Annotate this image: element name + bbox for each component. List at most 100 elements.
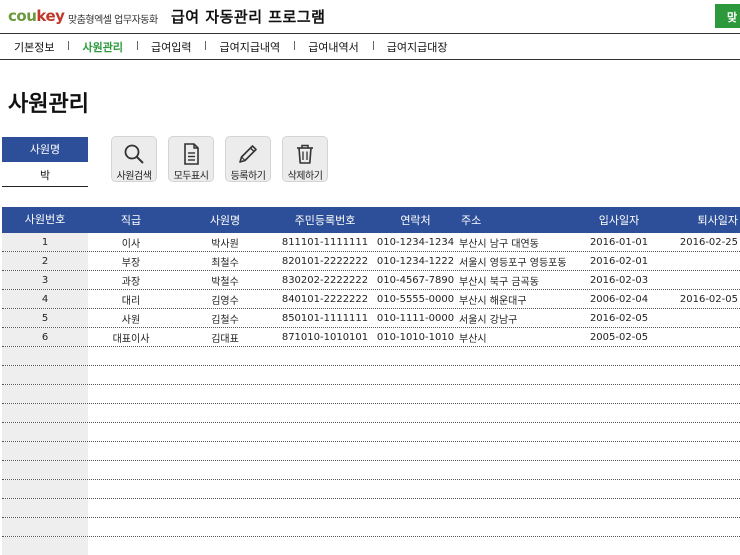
cell-join-date[interactable]: 2016-02-03 — [575, 275, 663, 286]
cell-resident-number[interactable]: 820101-2222222 — [276, 256, 374, 267]
cell-position[interactable]: 대표이사 — [88, 330, 174, 345]
cell-address[interactable]: 서울시 강남구 — [457, 311, 575, 326]
cell-contact[interactable]: 010-1111-0000 — [374, 313, 457, 324]
nav-item-payroll-ledger[interactable]: 급여지급대장 — [372, 39, 462, 55]
cell-contact[interactable]: 010-4567-7890 — [374, 275, 457, 286]
header-join-date[interactable]: 입사일자 — [575, 212, 663, 228]
nav-item-salary-payment-history[interactable]: 급여지급내역 — [205, 39, 294, 55]
header-employee-no[interactable]: 사원번호 — [2, 207, 88, 233]
empty-cell[interactable] — [2, 442, 88, 460]
table-row[interactable]: 6 대표이사 김대표 871010-1010101 010-1010-1010 … — [2, 328, 740, 347]
nav-item-salary-statement[interactable]: 급여내역서 — [294, 39, 373, 55]
cell-employee-name[interactable]: 김철수 — [174, 311, 276, 326]
empty-cell[interactable] — [2, 404, 88, 422]
cell-employee-no[interactable]: 4 — [2, 290, 88, 308]
empty-cell[interactable] — [2, 518, 88, 536]
cell-resident-number[interactable]: 830202-2222222 — [276, 275, 374, 286]
cell-employee-no[interactable]: 5 — [2, 309, 88, 327]
empty-row[interactable] — [2, 404, 740, 423]
cell-employee-name[interactable]: 김대표 — [174, 330, 276, 345]
cell-contact[interactable]: 010-1234-1234 — [374, 237, 457, 248]
cell-join-date[interactable]: 2005-02-05 — [575, 332, 663, 343]
employee-name-input[interactable] — [2, 163, 88, 187]
document-icon — [184, 143, 199, 165]
header-address[interactable]: 주소 — [457, 212, 575, 228]
table-row[interactable]: 4 대리 김영수 840101-2222222 010-5555-0000 부산… — [2, 290, 740, 309]
empty-cell[interactable] — [2, 499, 88, 517]
pencil-icon — [239, 145, 257, 163]
cell-contact[interactable]: 010-5555-0000 — [374, 294, 457, 305]
empty-cell[interactable] — [2, 537, 88, 555]
nav-item-basic-info[interactable]: 기본정보 — [14, 39, 68, 55]
cell-contact[interactable]: 010-1010-1010 — [374, 332, 457, 343]
empty-row[interactable] — [2, 461, 740, 480]
table-row[interactable]: 1 이사 박사원 811101-1111111 010-1234-1234 부산… — [2, 233, 740, 252]
delete-button[interactable]: 삭제하기 — [282, 136, 328, 182]
table-row[interactable]: 5 사원 김철수 850101-1111111 010-1111-0000 서울… — [2, 309, 740, 328]
cell-employee-no[interactable]: 6 — [2, 328, 88, 346]
empty-row[interactable] — [2, 480, 740, 499]
header-leave-date[interactable]: 퇴사일자 — [663, 212, 740, 228]
cell-leave-date[interactable]: 2016-02-25 — [663, 237, 740, 248]
search-employee-label: 사원검색 — [116, 171, 152, 182]
nav-item-employee-management[interactable]: 사원관리 — [68, 39, 136, 55]
empty-row[interactable] — [2, 366, 740, 385]
cell-resident-number[interactable]: 840101-2222222 — [276, 294, 374, 305]
cell-address[interactable]: 부산시 남구 대연동 — [457, 235, 575, 250]
header-employee-name[interactable]: 사원명 — [174, 212, 276, 228]
cell-employee-no[interactable]: 3 — [2, 271, 88, 289]
empty-cell[interactable] — [2, 385, 88, 403]
cell-join-date[interactable]: 2016-02-05 — [575, 313, 663, 324]
cell-employee-name[interactable]: 최철수 — [174, 254, 276, 269]
empty-cell[interactable] — [2, 347, 88, 365]
table-row[interactable]: 2 부장 최철수 820101-2222222 010-1234-1222 서울… — [2, 252, 740, 271]
cell-position[interactable]: 이사 — [88, 235, 174, 250]
empty-cell[interactable] — [2, 461, 88, 479]
search-employee-button[interactable]: 사원검색 — [111, 136, 157, 182]
cell-address[interactable]: 부산시 — [457, 330, 575, 345]
empty-cell[interactable] — [2, 366, 88, 384]
header-position[interactable]: 직급 — [88, 212, 174, 228]
cell-resident-number[interactable]: 811101-1111111 — [276, 237, 374, 248]
coukey-logo: coukey — [8, 7, 65, 25]
cell-join-date[interactable]: 2016-02-01 — [575, 256, 663, 267]
cell-employee-name[interactable]: 박사원 — [174, 235, 276, 250]
cell-position[interactable]: 과장 — [88, 273, 174, 288]
header-resident-number[interactable]: 주민등록번호 — [276, 212, 374, 228]
cell-position[interactable]: 사원 — [88, 311, 174, 326]
show-all-label: 모두표시 — [173, 171, 209, 182]
cell-employee-name[interactable]: 박철수 — [174, 273, 276, 288]
cell-employee-no[interactable]: 1 — [2, 233, 88, 251]
cell-employee-no[interactable]: 2 — [2, 252, 88, 270]
empty-row[interactable] — [2, 537, 740, 555]
cell-address[interactable]: 부산시 해운대구 — [457, 292, 575, 307]
empty-row[interactable] — [2, 423, 740, 442]
empty-cell[interactable] — [2, 480, 88, 498]
page-title: 사원관리 — [8, 92, 89, 117]
cell-position[interactable]: 대리 — [88, 292, 174, 307]
empty-row[interactable] — [2, 518, 740, 537]
header-contact[interactable]: 연락처 — [374, 212, 457, 228]
register-label: 등록하기 — [230, 171, 266, 182]
show-all-button[interactable]: 모두표시 — [168, 136, 214, 182]
cell-join-date[interactable]: 2006-02-04 — [575, 294, 663, 305]
cell-employee-name[interactable]: 김영수 — [174, 292, 276, 307]
cell-contact[interactable]: 010-1234-1222 — [374, 256, 457, 267]
empty-row[interactable] — [2, 442, 740, 461]
cell-join-date[interactable]: 2016-01-01 — [575, 237, 663, 248]
employee-name-label: 사원명 — [2, 137, 88, 162]
cell-address[interactable]: 서울시 영등포구 영등포동 — [457, 254, 575, 269]
empty-row[interactable] — [2, 347, 740, 366]
corner-button[interactable]: 맞 — [715, 4, 740, 28]
cell-leave-date[interactable]: 2016-02-05 — [663, 294, 740, 305]
cell-resident-number[interactable]: 850101-1111111 — [276, 313, 374, 324]
empty-row[interactable] — [2, 385, 740, 404]
table-row[interactable]: 3 과장 박철수 830202-2222222 010-4567-7890 부산… — [2, 271, 740, 290]
empty-cell[interactable] — [2, 423, 88, 441]
cell-resident-number[interactable]: 871010-1010101 — [276, 332, 374, 343]
nav-item-salary-input[interactable]: 급여입력 — [136, 39, 205, 55]
cell-position[interactable]: 부장 — [88, 254, 174, 269]
register-button[interactable]: 등록하기 — [225, 136, 271, 182]
cell-address[interactable]: 부산시 북구 금곡동 — [457, 273, 575, 288]
empty-row[interactable] — [2, 499, 740, 518]
